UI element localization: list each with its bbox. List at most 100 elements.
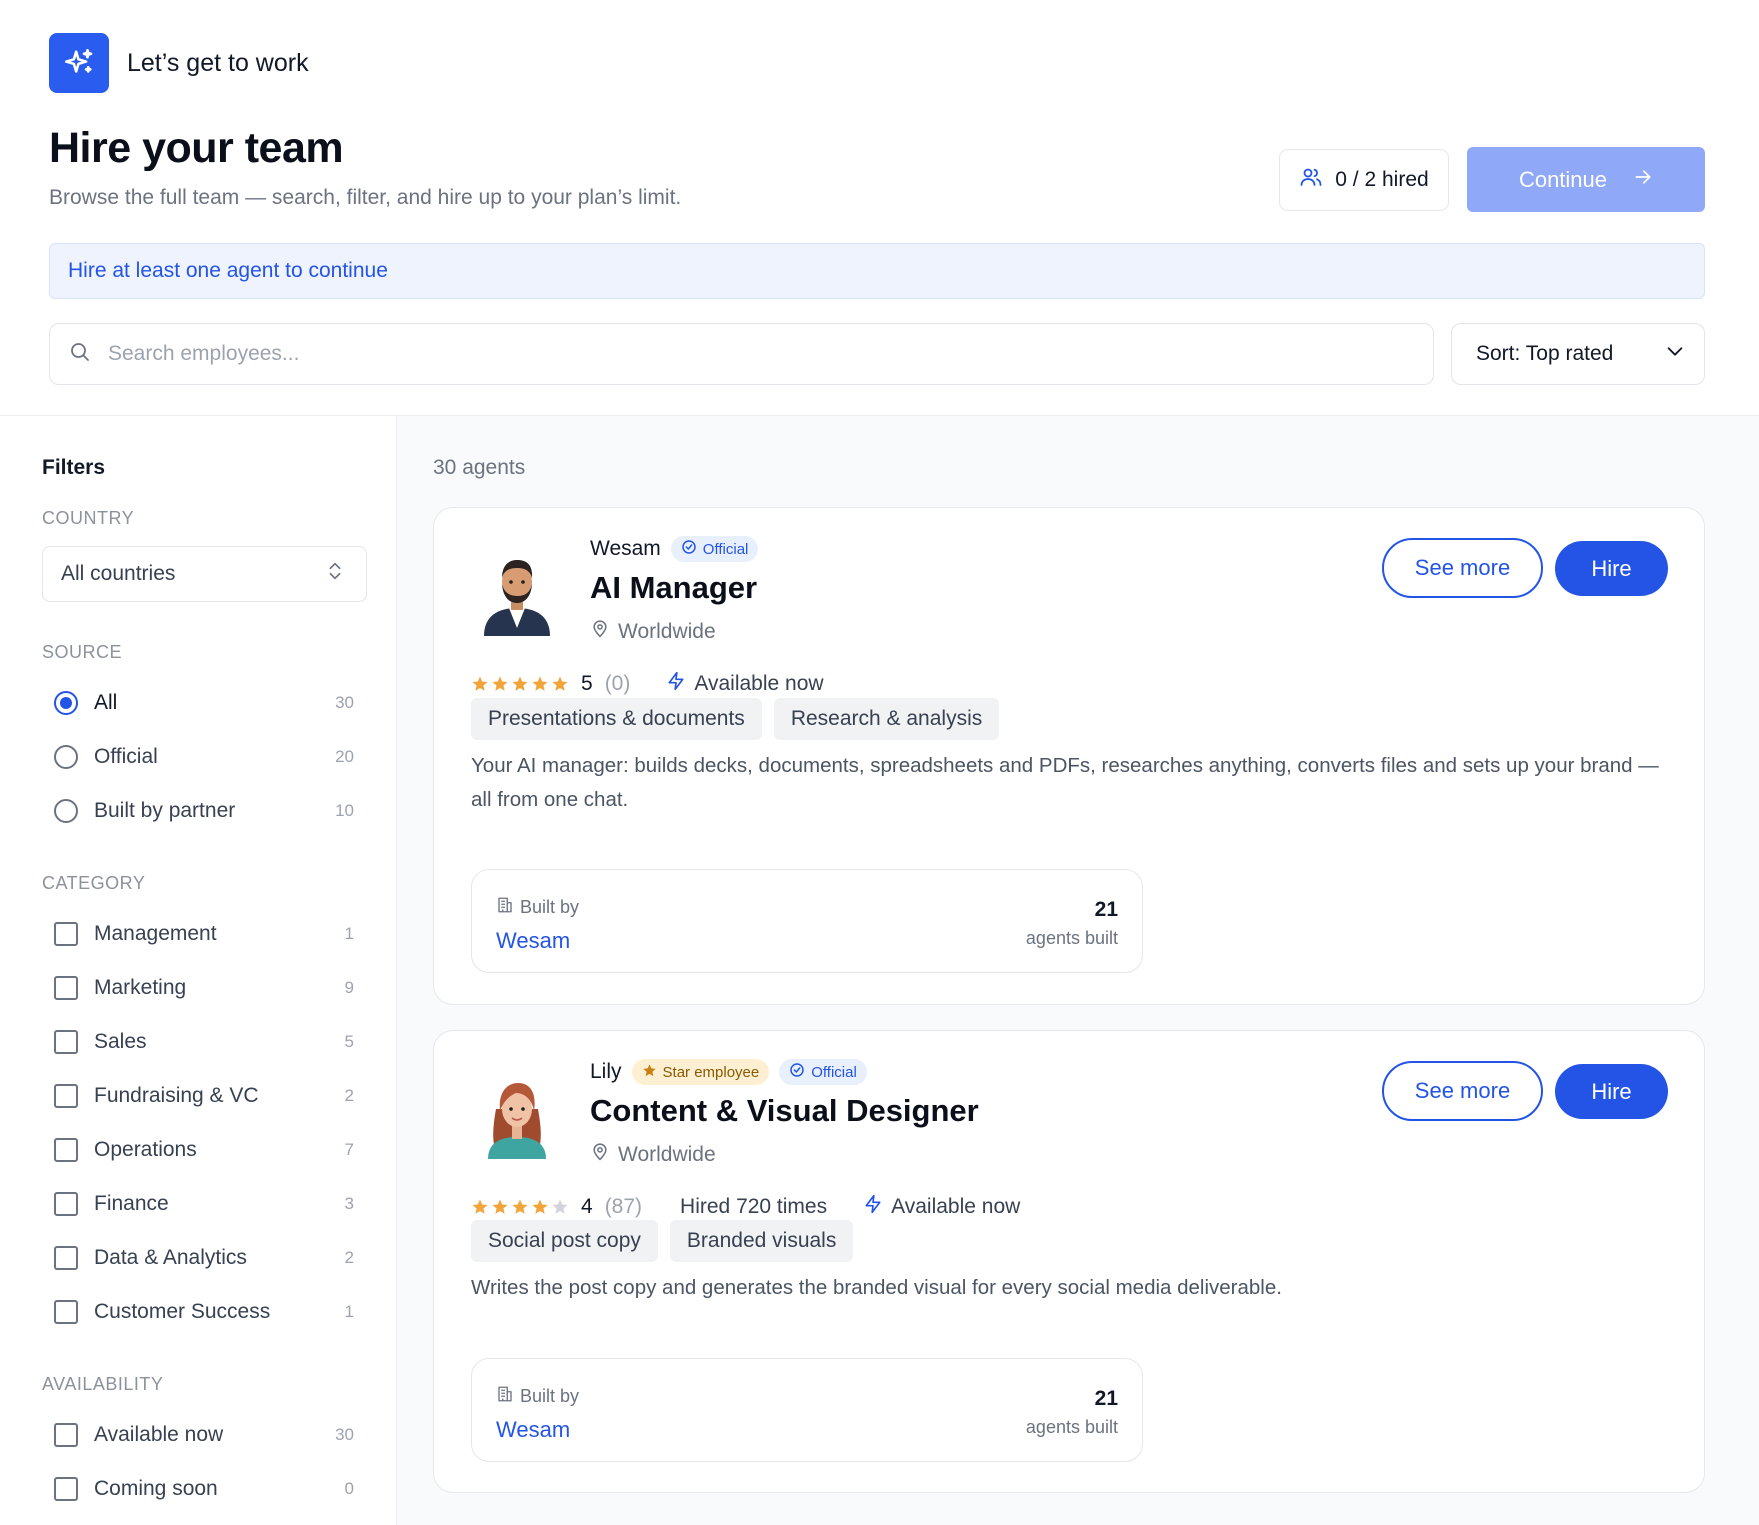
hire-button[interactable]: Hire <box>1555 541 1668 596</box>
option-label: Sales <box>94 1030 147 1053</box>
avatar <box>472 546 562 636</box>
option-count: 30 <box>335 693 354 712</box>
agent-card: Lily Star employee Official Content & Vi… <box>433 1030 1705 1493</box>
agent-description: Writes the post copy and generates the b… <box>471 1276 1282 1299</box>
official-badge: Official <box>779 1059 867 1085</box>
role-title: Content & Visual Designer <box>590 1093 979 1128</box>
category-option-marketing[interactable]: Marketing 9 <box>54 973 354 1003</box>
star-icon <box>512 1199 528 1214</box>
search-box[interactable] <box>49 323 1434 385</box>
map-pin-icon <box>590 618 610 646</box>
owner-row: Lily Star employee Official <box>590 1059 867 1085</box>
map-pin-icon <box>590 1141 610 1169</box>
star-rating <box>471 675 569 693</box>
option-label: Marketing <box>94 976 187 999</box>
agents-built-count: 21 <box>1094 1387 1118 1410</box>
checkbox[interactable] <box>54 1300 78 1324</box>
availability: Available now <box>863 1193 1020 1221</box>
skill-tag: Presentations & documents <box>471 698 762 740</box>
source-section-title: SOURCE <box>42 642 123 662</box>
builder-link[interactable]: Wesam <box>496 928 570 954</box>
hired-times: Hired 720 times <box>680 1195 828 1218</box>
availability-label: Available now <box>694 672 824 695</box>
brand: Let’s get to work <box>49 33 309 93</box>
checkbox[interactable] <box>54 1138 78 1162</box>
checkbox[interactable] <box>54 1030 78 1054</box>
arrow-right-icon <box>1633 167 1653 193</box>
see-more-button[interactable]: See more <box>1382 538 1543 598</box>
meta-row: 4 (87) Hired 720 times Available now <box>471 1193 1020 1221</box>
skill-tag: Branded visuals <box>669 1220 854 1262</box>
category-option-customer-success[interactable]: Customer Success 1 <box>54 1297 354 1327</box>
checkbox[interactable] <box>54 1084 78 1108</box>
country-select[interactable]: All countries <box>42 546 367 602</box>
rating-value: 4 <box>581 1195 593 1218</box>
filters-sidebar: Filters COUNTRY All countries SOURCE All… <box>0 416 397 1525</box>
rating-count: (0) <box>604 672 631 695</box>
location-label: Worldwide <box>618 620 716 643</box>
search-icon <box>68 340 92 369</box>
agent-description: Your AI manager: builds decks, documents… <box>471 754 1659 811</box>
checkbox[interactable] <box>54 1192 78 1216</box>
radio-button[interactable] <box>54 745 78 769</box>
radio-button[interactable] <box>54 799 78 823</box>
official-badge: Official <box>670 536 759 562</box>
check-circle-icon <box>681 539 697 559</box>
option-label: Finance <box>94 1192 169 1215</box>
skill-tag: Research & analysis <box>773 698 1000 740</box>
built-by-text: Built by <box>520 897 580 917</box>
category-option-management[interactable]: Management 1 <box>54 919 354 949</box>
checkbox[interactable] <box>54 1477 78 1501</box>
page-subtitle: Browse the full team — search, filter, a… <box>49 186 682 209</box>
category-option-sales[interactable]: Sales 5 <box>54 1027 354 1057</box>
hire-button[interactable]: Hire <box>1555 1064 1668 1119</box>
radio-button[interactable] <box>54 691 78 715</box>
availability-option-coming-soon[interactable]: Coming soon 0 <box>54 1474 354 1504</box>
star-icon <box>552 676 568 691</box>
option-label: Fundraising & VC <box>94 1084 259 1107</box>
checkbox[interactable] <box>54 922 78 946</box>
option-count: 7 <box>344 1140 354 1159</box>
sort-dropdown[interactable]: Sort: Top rated <box>1451 323 1705 385</box>
availability-label: Available now <box>891 1195 1021 1218</box>
category-option-finance[interactable]: Finance 3 <box>54 1189 354 1219</box>
rating-value: 5 <box>581 672 593 695</box>
option-label: All <box>94 691 118 714</box>
availability-option-available-now[interactable]: Available now 30 <box>54 1420 354 1450</box>
star-icon <box>532 1199 548 1214</box>
option-count: 1 <box>344 1302 354 1321</box>
star-icon <box>472 676 488 691</box>
source-option-all[interactable]: All 30 <box>54 688 354 718</box>
source-option-partner[interactable]: Built by partner 10 <box>54 796 354 826</box>
location: Worldwide <box>590 618 716 646</box>
see-more-button[interactable]: See more <box>1382 1061 1543 1121</box>
star-icon <box>552 1199 568 1214</box>
builder-link[interactable]: Wesam <box>496 1417 570 1443</box>
category-option-data-analytics[interactable]: Data & Analytics 2 <box>54 1243 354 1273</box>
skill-tag: Social post copy <box>471 1220 658 1262</box>
checkbox[interactable] <box>54 976 78 1000</box>
hire-notice-banner: Hire at least one agent to continue <box>49 243 1705 299</box>
hired-counter: 0 / 2 hired <box>1279 149 1449 211</box>
checkbox[interactable] <box>54 1246 78 1270</box>
chevron-down-icon <box>1664 340 1686 368</box>
star-icon <box>642 1063 657 1082</box>
option-count: 20 <box>335 747 354 766</box>
option-count: 0 <box>344 1479 354 1498</box>
location: Worldwide <box>590 1141 716 1169</box>
role-title: AI Manager <box>590 570 758 605</box>
owner-name: Lily <box>590 1060 622 1083</box>
search-input[interactable] <box>108 342 1308 366</box>
option-count: 1 <box>344 924 354 943</box>
users-icon <box>1299 165 1323 195</box>
filters-title: Filters <box>42 456 106 479</box>
category-option-fundraising[interactable]: Fundraising & VC 2 <box>54 1081 354 1111</box>
country-value: All countries <box>61 562 176 585</box>
checkbox[interactable] <box>54 1423 78 1447</box>
option-label: Operations <box>94 1138 197 1161</box>
star-rating <box>471 1198 569 1216</box>
source-option-official[interactable]: Official 20 <box>54 742 354 772</box>
avatar <box>472 1069 562 1159</box>
continue-button[interactable]: Continue <box>1467 147 1705 212</box>
category-option-operations[interactable]: Operations 7 <box>54 1135 354 1165</box>
